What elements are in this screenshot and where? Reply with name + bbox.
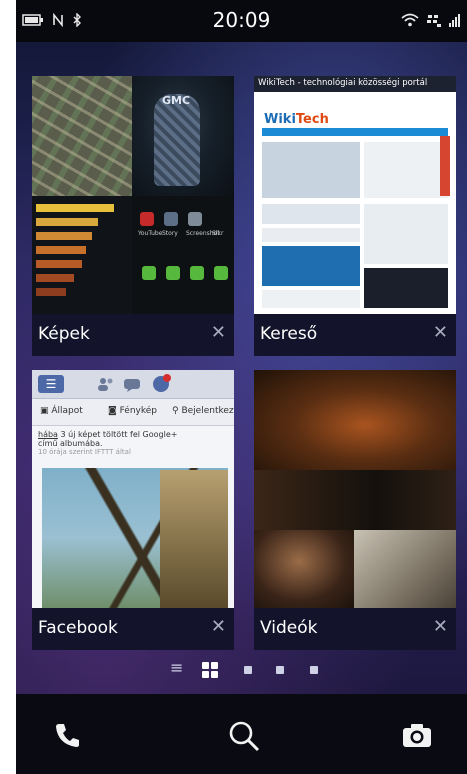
post-text: 3 új képet töltött fel Google+: [60, 430, 178, 439]
facebook-app-thumbnail: ☰ ▣ Állapot ◙ Fénykép ⚲ Bejelentkez hába…: [32, 370, 234, 608]
active-frame-facebook[interactable]: ☰ ▣ Állapot ◙ Fénykép ⚲ Bejelentkez hába…: [32, 370, 234, 650]
status-tab[interactable]: ▣ Állapot: [40, 406, 83, 416]
bottom-dock: [16, 694, 467, 774]
video-scene-3: [254, 530, 354, 608]
browser-page-title: WikiTech - technológiai közösségi portál: [258, 78, 428, 88]
facebook-post: hába 3 új képet töltött fel Google+ című…: [38, 430, 230, 456]
wikitech-logo: WikiTech: [264, 112, 329, 127]
grid-view-icon[interactable]: [202, 662, 218, 682]
facebook-preview: ☰ ▣ Állapot ◙ Fénykép ⚲ Bejelentkez hába…: [32, 370, 234, 608]
video-thumbnails: [254, 370, 456, 608]
wifi-icon: [401, 12, 419, 31]
status-right-icons: [401, 12, 461, 31]
close-icon[interactable]: ✕: [211, 322, 226, 343]
phone-icon[interactable]: [54, 722, 80, 752]
facebook-top-bar: ☰: [32, 370, 234, 399]
checkin-tab[interactable]: ⚲ Bejelentkez: [172, 406, 234, 416]
page-dot[interactable]: [276, 666, 284, 674]
card-label-bar: Kereső ✕: [254, 314, 456, 356]
facebook-action-bar: ▣ Állapot ◙ Fénykép ⚲ Bejelentkez: [32, 399, 234, 426]
page-indicator: ≡: [16, 658, 467, 682]
card-title: Facebook: [38, 618, 118, 638]
page-dot[interactable]: [310, 666, 318, 674]
close-icon[interactable]: ✕: [433, 322, 448, 343]
search-icon[interactable]: [228, 720, 260, 756]
post-author: hába: [38, 430, 58, 439]
videok-preview: [254, 370, 456, 608]
benchmark-thumbnail: [32, 196, 132, 314]
browser-page-thumbnail: WikiTech - technológiai közösségi portál…: [254, 76, 456, 314]
post-text-2: című albumába.: [38, 439, 103, 448]
video-scene-2: [254, 470, 456, 530]
photo-tab[interactable]: ◙ Fénykép: [108, 406, 157, 416]
post-photo-second: [160, 470, 228, 608]
active-frame-videok[interactable]: Videók ✕: [254, 370, 456, 650]
signal-icon: [449, 12, 461, 31]
status-time: 20:09: [212, 8, 271, 32]
card-label-bar: Facebook ✕: [32, 608, 234, 650]
bb10-screenshot-thumbnail: YouTube Story Screenshot Slkr: [132, 196, 234, 314]
close-icon[interactable]: ✕: [211, 616, 226, 637]
card-title: Videók: [260, 618, 318, 638]
notifications-icon: [152, 374, 172, 398]
browser-title-bar: WikiTech - technológiai közösségi portál: [254, 76, 456, 92]
post-meta: 10 órája szerint IFTTT által: [38, 448, 131, 456]
gmc-chair-thumbnail: GMC: [132, 76, 234, 196]
card-title: Képek: [38, 324, 90, 344]
card-label-bar: Videók ✕: [254, 608, 456, 650]
status-bar: 20:09: [16, 0, 467, 42]
site-nav-strip: [262, 128, 448, 136]
list-view-icon[interactable]: ≡: [170, 658, 183, 677]
satellite-thumbnail: [32, 76, 132, 196]
card-label-bar: Képek ✕: [32, 314, 234, 356]
close-icon[interactable]: ✕: [433, 616, 448, 637]
card-title: Kereső: [260, 324, 318, 344]
messages-icon: [124, 377, 142, 396]
bbm-icon: [427, 12, 441, 31]
active-frame-kereso[interactable]: WikiTech - technológiai közösségi portál…: [254, 76, 456, 356]
friends-icon: [96, 376, 116, 395]
video-scene-4: [354, 530, 456, 608]
menu-icon: ☰: [38, 375, 64, 393]
camera-icon[interactable]: [402, 722, 432, 752]
active-frames-screen: 20:09 GMC YouTube Story Screenshot Slkr …: [16, 0, 467, 774]
kereso-preview: WikiTech - technológiai közösségi portál…: [254, 76, 456, 314]
page-dot[interactable]: [244, 666, 252, 674]
kepek-preview: GMC YouTube Story Screenshot Slkr: [32, 76, 234, 314]
active-frame-kepek[interactable]: GMC YouTube Story Screenshot Slkr Képek …: [32, 76, 234, 356]
video-scene-1: [254, 370, 456, 470]
